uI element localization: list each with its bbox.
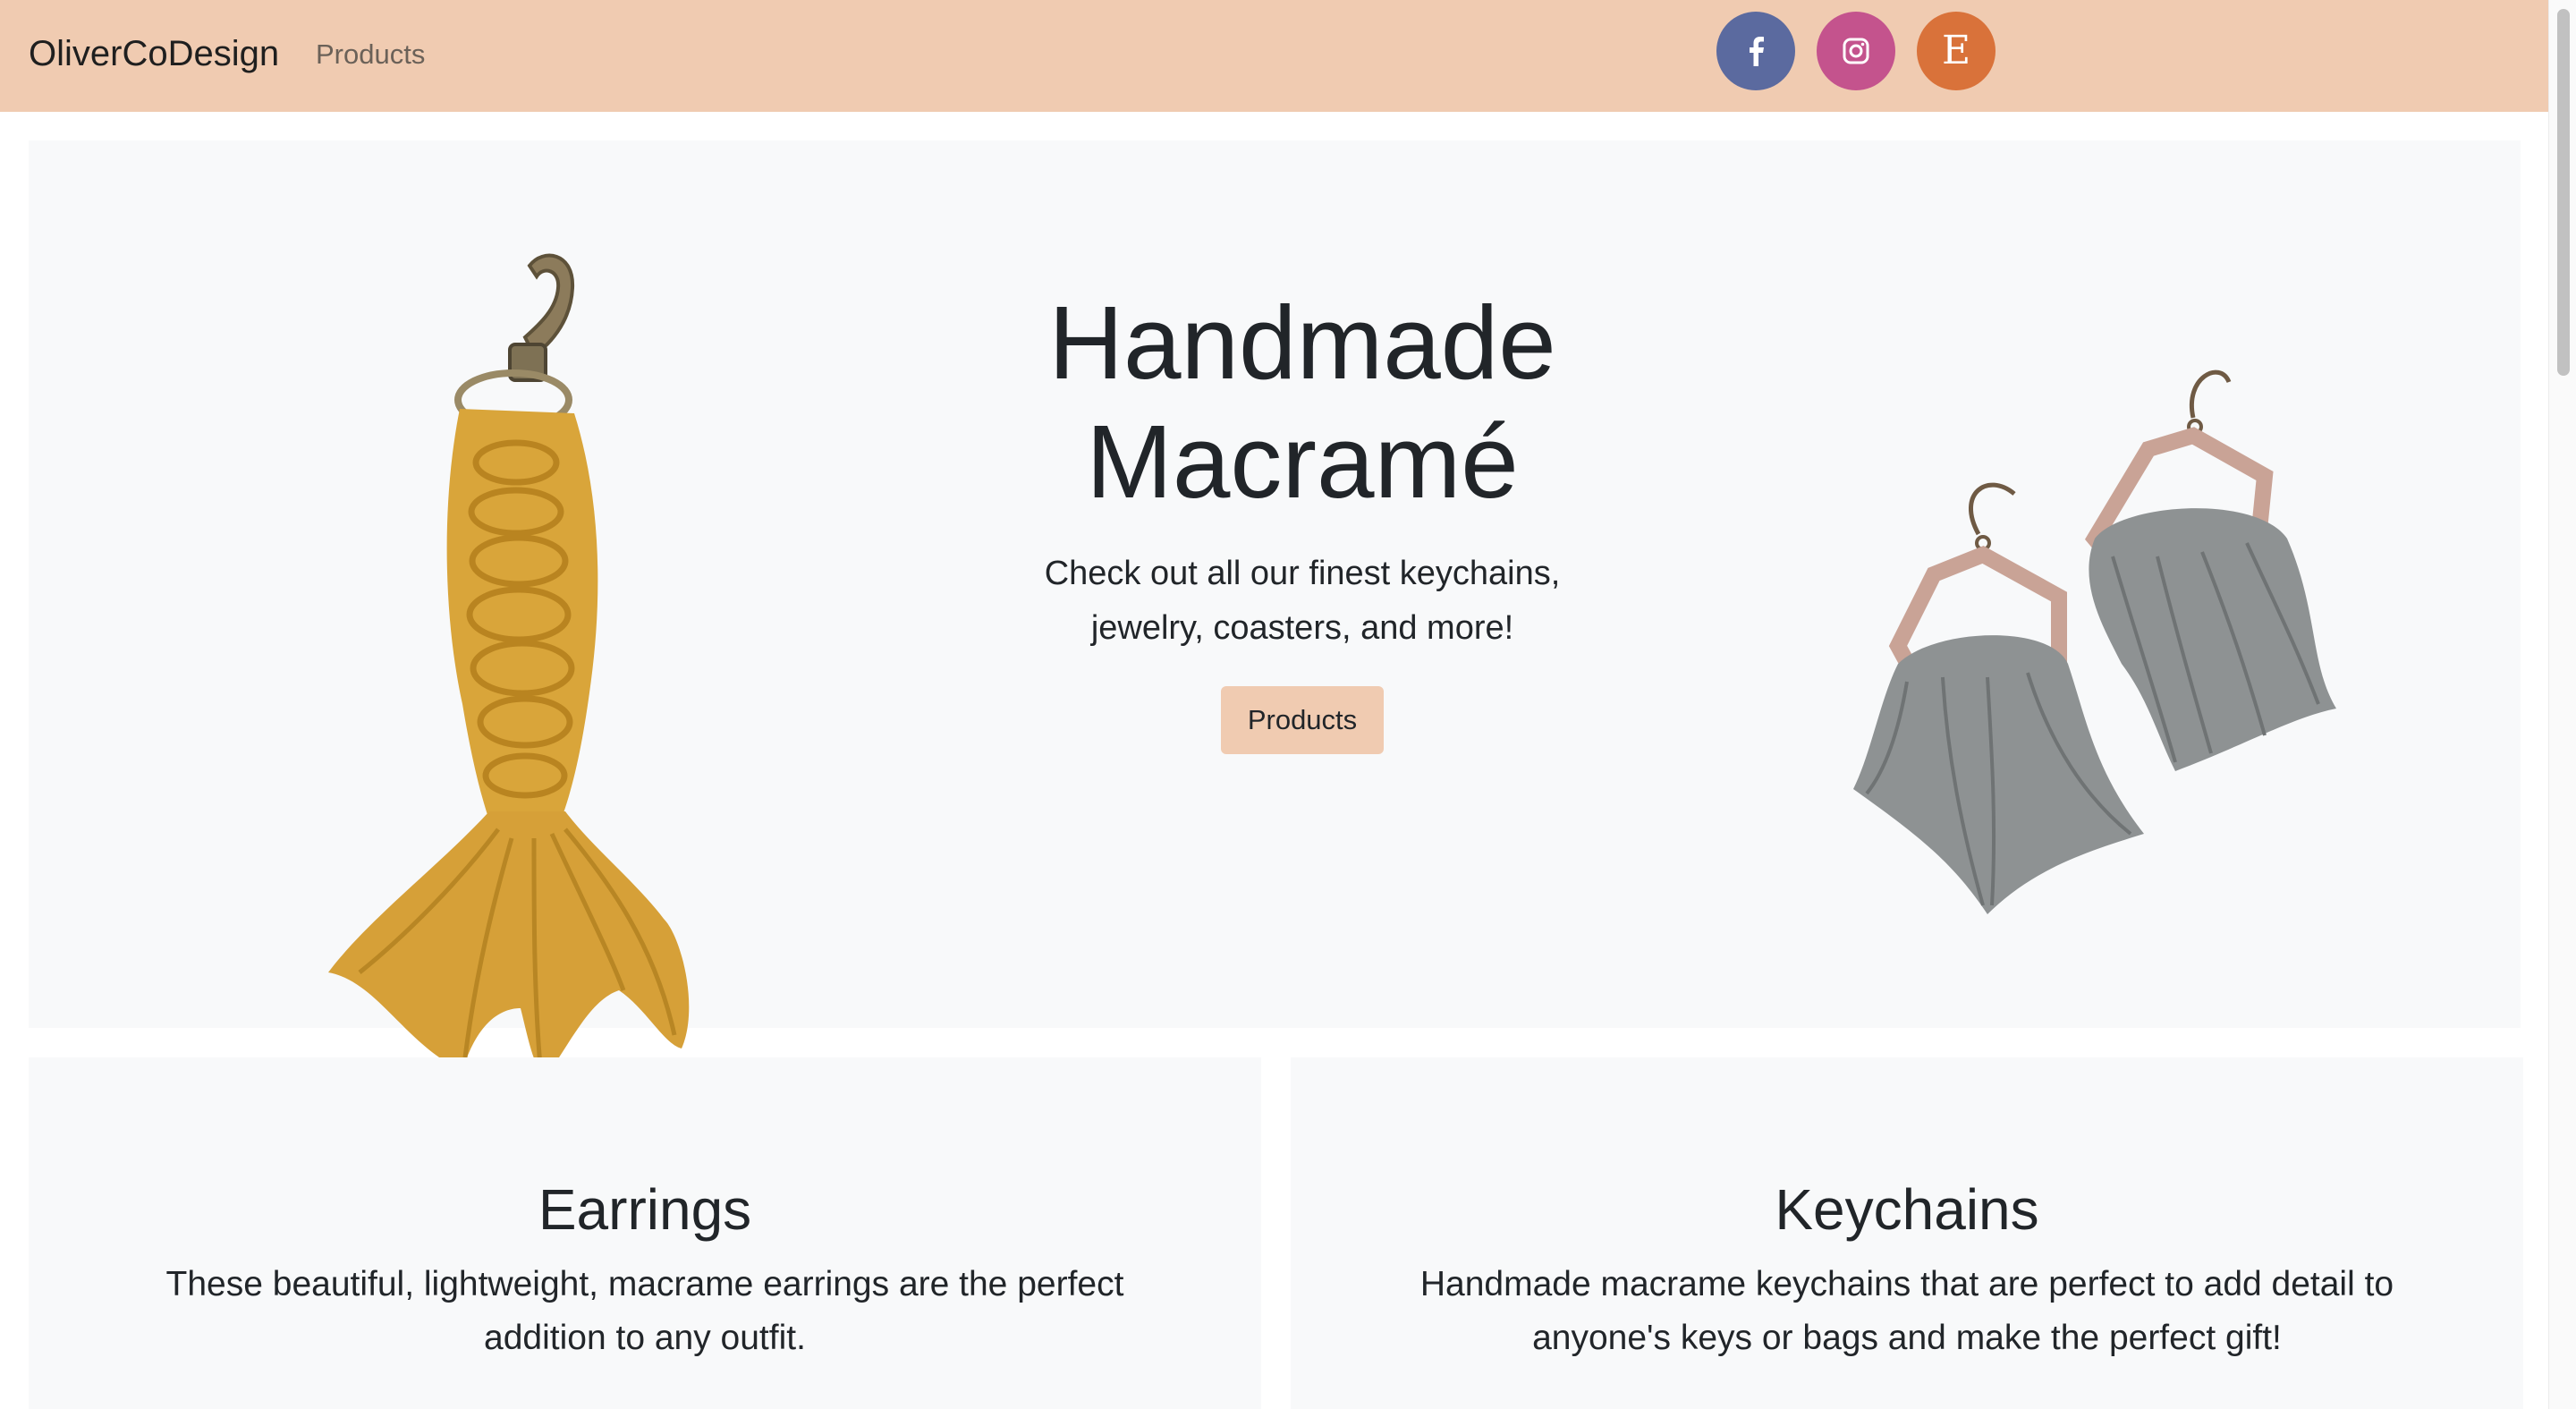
instagram-icon [1843,38,1869,64]
hero-title-line2: Macramé [1086,403,1519,520]
brand-logo-link[interactable]: OliverCoDesign [29,29,279,79]
keychains-card: Keychains Handmade macrame keychains tha… [1291,1057,2523,1409]
macrame-earrings-image [1853,369,2336,914]
macrame-keychain-image [328,253,690,1075]
card-text-earrings: These beautiful, lightweight, macrame ea… [165,1265,1124,1357]
scrollbar-thumb[interactable] [2557,9,2570,376]
hero-title: Handmade Macramé [945,284,1660,522]
top-navbar: OliverCoDesign Products E [0,0,2548,112]
instagram-link[interactable] [1817,12,1895,90]
hero-title-line1: Handmade [1048,284,1556,401]
hero-content: Handmade Macramé Check out all our fines… [945,284,1660,754]
etsy-link[interactable]: E [1917,12,1996,90]
facebook-icon [1750,37,1764,66]
card-text-keychains: Handmade macrame keychains that are perf… [1419,1265,2394,1357]
etsy-icon: E [1941,28,1971,73]
nav-link-products[interactable]: Products [316,34,425,75]
hero-products-button[interactable]: Products [1221,686,1384,754]
earrings-card: Earrings These beautiful, lightweight, m… [29,1057,1261,1409]
card-title-earrings: Earrings [538,1177,752,1242]
hero-section: Handmade Macramé Check out all our fines… [29,140,2521,1075]
page-scrollbar[interactable] [2548,0,2576,1409]
card-title-keychains: Keychains [1775,1177,2039,1242]
facebook-link[interactable] [1716,12,1795,90]
hero-subtitle: Check out all our finest keychains, jewe… [1044,555,1561,647]
